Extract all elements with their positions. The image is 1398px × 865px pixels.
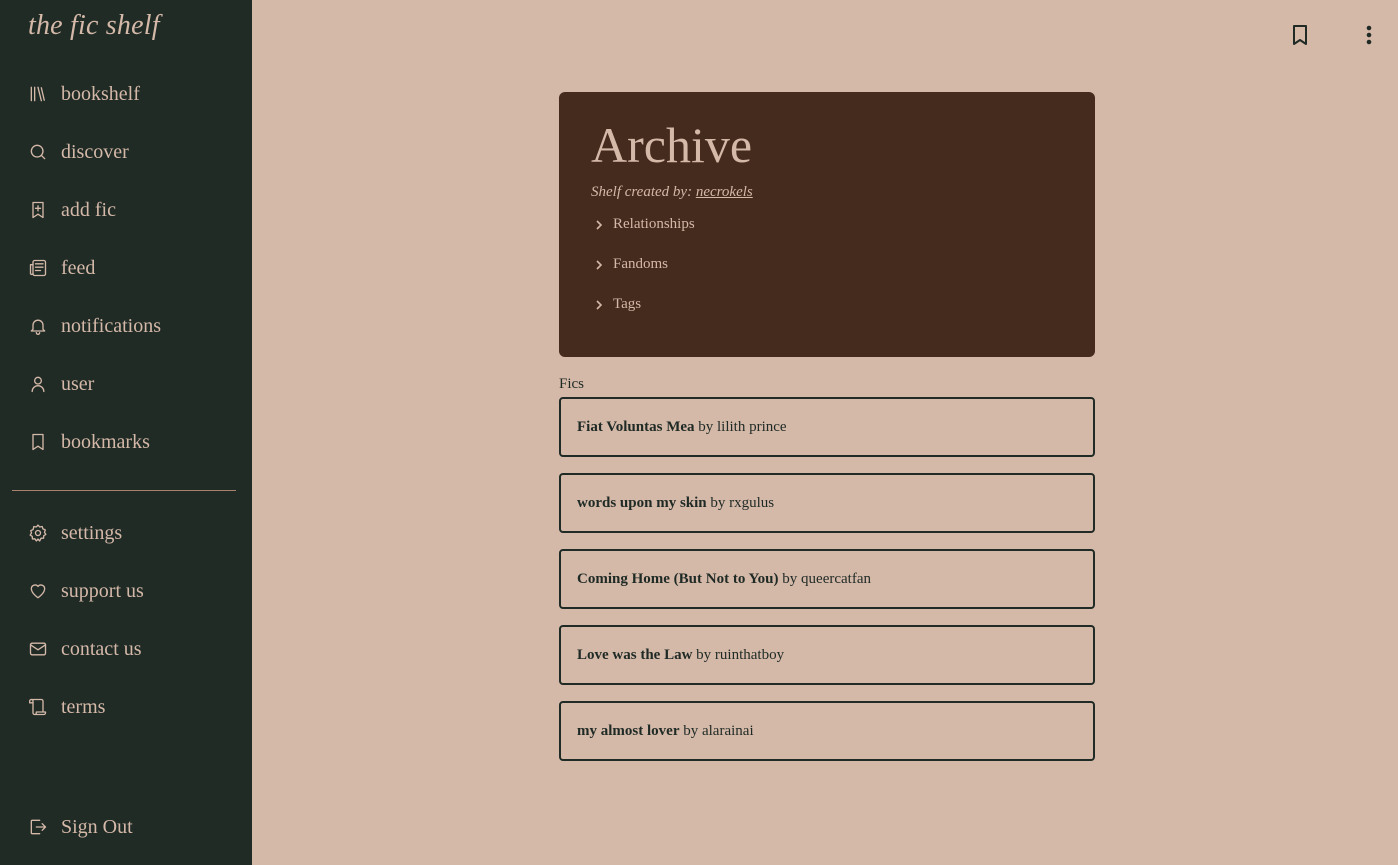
gear-icon <box>28 523 48 543</box>
fic-title: my almost lover <box>577 722 680 739</box>
log-out-icon <box>28 817 48 837</box>
mail-icon <box>28 639 48 659</box>
bell-icon <box>28 316 48 336</box>
sidebar-item-feed[interactable]: feed <box>28 253 95 283</box>
fandoms-toggle[interactable]: Fandoms <box>593 256 668 273</box>
fic-card[interactable]: my almost lover by alarainai <box>559 701 1095 761</box>
sidebar-item-add-fic[interactable]: add fic <box>28 195 116 225</box>
sidebar-item-terms[interactable]: terms <box>28 692 105 722</box>
sidebar-item-label: terms <box>61 695 106 718</box>
fic-author: rxgulus <box>729 494 775 511</box>
shelf-header-card: Archive Shelf created by: necrokels Rela… <box>559 92 1095 357</box>
sidebar-item-label: add fic <box>61 198 116 221</box>
sidebar-item-label: user <box>61 372 95 395</box>
fic-card[interactable]: Coming Home (But Not to You) by queercat… <box>559 549 1095 609</box>
sidebar: the fic shelf bookshelf discover add fic… <box>0 0 252 865</box>
fic-card[interactable]: Fiat Voluntas Mea by lilith prince <box>559 397 1095 457</box>
sidebar-item-label: feed <box>61 256 96 279</box>
more-vertical-icon <box>1366 25 1372 45</box>
fic-card[interactable]: words upon my skin by rxgulus <box>559 473 1095 533</box>
sidebar-item-label: support us <box>61 579 144 602</box>
newspaper-icon <box>28 258 48 278</box>
tags-toggle[interactable]: Tags <box>593 296 641 313</box>
creator-link[interactable]: necrokels <box>696 184 753 200</box>
sidebar-item-label: settings <box>61 521 123 544</box>
fic-title: words upon my skin <box>577 494 707 511</box>
chevron-right-icon <box>596 259 603 270</box>
fic-card[interactable]: Love was the Law by ruinthatboy <box>559 625 1095 685</box>
fic-by: by <box>698 418 714 435</box>
fic-by: by <box>683 722 699 739</box>
bookmark-icon <box>1293 25 1307 45</box>
sidebar-item-contact-us[interactable]: contact us <box>28 634 142 664</box>
sidebar-item-label: contact us <box>61 637 142 660</box>
page-title: Archive <box>591 117 753 173</box>
search-icon <box>28 142 48 162</box>
bookmark-icon <box>28 432 48 452</box>
sidebar-item-bookmarks[interactable]: bookmarks <box>28 427 150 457</box>
sidebar-item-user[interactable]: user <box>28 369 94 399</box>
brand-logo[interactable]: the fic shelf <box>28 10 160 42</box>
creator-prefix: Shelf created by: <box>591 184 693 200</box>
bookmark-plus-icon <box>28 200 48 220</box>
sign-out-button[interactable]: Sign Out <box>28 812 133 842</box>
sidebar-item-support-us[interactable]: support us <box>28 576 144 606</box>
tags-label: Tags <box>613 296 642 312</box>
relationships-label: Relationships <box>613 216 695 232</box>
fic-author: queercatfan <box>801 570 871 587</box>
bookmark-shelf-button[interactable] <box>1288 22 1312 48</box>
sidebar-item-label: discover <box>61 140 129 163</box>
sidebar-item-label: bookmarks <box>61 430 150 453</box>
sidebar-item-discover[interactable]: discover <box>28 137 129 167</box>
fic-by: by <box>782 570 798 587</box>
fic-title: Coming Home (But Not to You) <box>577 570 779 587</box>
chevron-right-icon <box>596 219 603 230</box>
sign-out-label: Sign Out <box>61 815 133 838</box>
fics-heading: Fics <box>559 376 585 392</box>
shelf-creator-line: Shelf created by: necrokels <box>591 184 753 201</box>
library-icon <box>28 84 48 104</box>
fic-title: Love was the Law <box>577 646 693 663</box>
fic-title: Fiat Voluntas Mea <box>577 418 695 435</box>
sidebar-item-label: notifications <box>61 314 161 337</box>
chevron-right-icon <box>596 299 603 310</box>
sidebar-item-settings[interactable]: settings <box>28 518 122 548</box>
more-options-button[interactable] <box>1357 22 1381 48</box>
sidebar-divider <box>12 490 236 491</box>
sidebar-item-label: bookshelf <box>61 82 140 105</box>
fic-by: by <box>710 494 726 511</box>
fic-by: by <box>696 646 712 663</box>
heart-icon <box>28 581 48 601</box>
sidebar-item-bookshelf[interactable]: bookshelf <box>28 79 140 109</box>
fandoms-label: Fandoms <box>613 256 669 272</box>
relationships-toggle[interactable]: Relationships <box>593 216 695 233</box>
scroll-icon <box>28 697 48 717</box>
sidebar-item-notifications[interactable]: notifications <box>28 311 161 341</box>
fic-author: ruinthatboy <box>714 646 785 663</box>
fic-author: lilith prince <box>717 418 787 435</box>
user-icon <box>28 374 48 394</box>
fic-author: alarainai <box>701 722 754 739</box>
